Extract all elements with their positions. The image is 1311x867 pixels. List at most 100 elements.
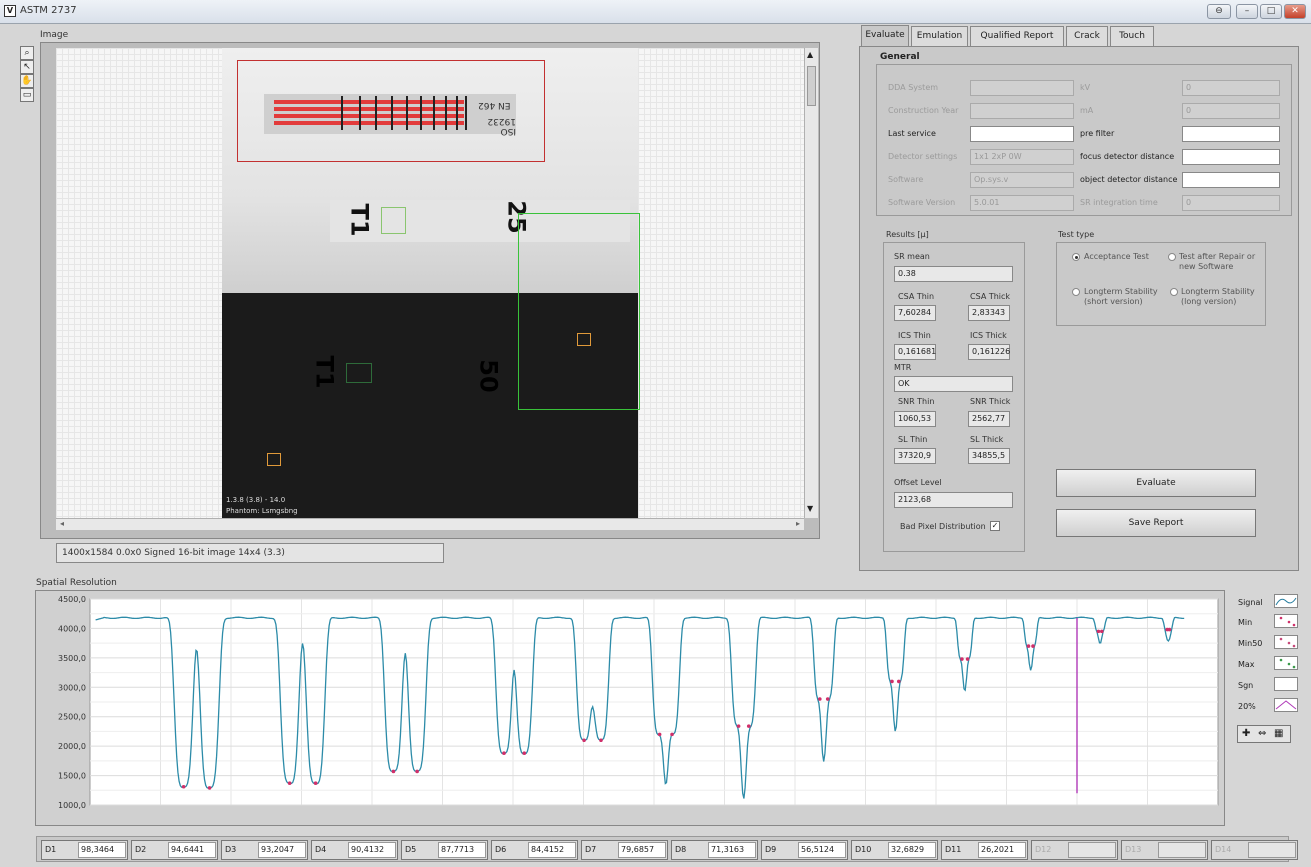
general-left-label-1: Construction Year <box>888 106 959 115</box>
dip-value: 93,2047 <box>258 842 306 858</box>
dip-cell-d13: D13 <box>1121 840 1208 860</box>
roi-orange-2[interactable] <box>267 453 281 466</box>
min-marker[interactable] <box>1100 629 1104 634</box>
min-marker[interactable] <box>1026 644 1031 648</box>
sr-label: SR mean <box>894 252 930 261</box>
radio-acceptance-test[interactable] <box>1072 253 1080 261</box>
pointer-tool-icon[interactable]: ↖ <box>20 60 34 74</box>
dip-value: 26,2021 <box>978 842 1026 858</box>
scroll-thumb[interactable] <box>807 66 816 106</box>
general-right-field-4[interactable] <box>1182 172 1280 188</box>
min-marker[interactable] <box>502 751 506 756</box>
general-right-field-1[interactable]: 0 <box>1182 103 1280 119</box>
min-marker[interactable] <box>965 657 970 661</box>
y-tick-label: 4500,0 <box>58 595 86 604</box>
min-marker[interactable] <box>1167 627 1172 632</box>
bad-pixel-checkbox[interactable]: ✓ <box>990 521 1000 531</box>
help-button[interactable]: ⊖ <box>1207 4 1231 19</box>
dip-cell-d9: D9 56,5124 <box>761 840 848 860</box>
min-marker[interactable] <box>313 781 318 786</box>
general-right-field-3[interactable] <box>1182 149 1280 165</box>
legend-max-icon[interactable] <box>1274 656 1298 670</box>
radio-longterm-short[interactable] <box>1072 288 1080 296</box>
dip-cell-d5: D5 87,7713 <box>401 840 488 860</box>
save-report-button[interactable]: Save Report <box>1056 509 1256 537</box>
roi-small-green-bottom[interactable] <box>346 363 372 383</box>
tab-evaluate[interactable]: Evaluate <box>861 25 909 47</box>
min-marker[interactable] <box>746 724 751 728</box>
general-right-field-5[interactable]: 0 <box>1182 195 1280 211</box>
radio-longterm-long[interactable] <box>1170 288 1178 296</box>
dip-cell-d6: D6 84,4152 <box>491 840 578 860</box>
general-left-field-2[interactable] <box>970 126 1074 142</box>
min-marker[interactable] <box>599 738 603 743</box>
scroll-right-icon[interactable]: ▸ <box>796 519 800 528</box>
min-marker[interactable] <box>582 738 586 743</box>
sl-thin-value: 37320,9 <box>894 448 936 464</box>
legend-20pct-icon[interactable] <box>1274 698 1298 712</box>
general-left-field-4[interactable]: Op.sys.v <box>970 172 1074 188</box>
min-marker[interactable] <box>207 786 212 790</box>
zoom-tool-icon[interactable]: ⌕ <box>20 46 34 60</box>
min-marker[interactable] <box>960 657 964 661</box>
tab-qualified-report[interactable]: Qualified Report <box>970 26 1064 46</box>
general-left-field-5[interactable]: 5.0.01 <box>970 195 1074 211</box>
tab-crack[interactable]: Crack <box>1066 26 1108 46</box>
general-left-field-3[interactable]: 1x1 2xP 0W <box>970 149 1074 165</box>
min-marker[interactable] <box>825 697 830 701</box>
min-marker[interactable] <box>657 732 662 737</box>
legend-signal-icon[interactable] <box>1274 594 1298 608</box>
min-marker[interactable] <box>1096 629 1101 634</box>
min-marker[interactable] <box>181 784 186 789</box>
legend-min-icon[interactable] <box>1274 614 1298 628</box>
min-marker[interactable] <box>1031 644 1035 648</box>
scroll-down-icon[interactable]: ▼ <box>807 504 813 513</box>
dip-value: 71,3163 <box>708 842 756 858</box>
close-button[interactable]: ✕ <box>1284 4 1306 19</box>
min-marker[interactable] <box>287 781 292 786</box>
maximize-button[interactable]: □ <box>1260 4 1282 19</box>
general-right-field-2[interactable] <box>1182 126 1280 142</box>
phantom-bottom-label-50: 50 <box>474 359 503 393</box>
tab-touch[interactable]: Touch <box>1110 26 1154 46</box>
radio-after-repair[interactable] <box>1168 253 1176 261</box>
evaluate-button[interactable]: Evaluate <box>1056 469 1256 497</box>
scroll-up-icon[interactable]: ▲ <box>807 50 813 59</box>
graph-pan-icon[interactable]: ▦ <box>1274 728 1283 739</box>
pan-tool-icon[interactable]: ✋ <box>20 74 34 88</box>
general-left-label-3: Detector settings <box>888 152 958 161</box>
roi-large-green[interactable] <box>518 213 640 410</box>
sr-value: 0.38 <box>894 266 1013 282</box>
graph-zoom-icon[interactable]: ⇔ <box>1258 728 1266 739</box>
min-marker[interactable] <box>522 751 527 756</box>
general-right-label-5: SR integration time <box>1080 198 1158 207</box>
legend-sgn-icon[interactable] <box>1274 677 1298 691</box>
csa-thick-value: 2,83343 <box>968 305 1010 321</box>
scroll-left-icon[interactable]: ◂ <box>60 519 64 528</box>
offset-label: Offset Level <box>894 478 942 487</box>
roi-small-green-top[interactable] <box>381 207 406 234</box>
min-marker[interactable] <box>391 769 396 774</box>
dip-name: D11 <box>945 845 962 854</box>
minimize-button[interactable]: – <box>1236 4 1258 19</box>
min-marker[interactable] <box>415 769 419 774</box>
min-marker[interactable] <box>896 679 901 684</box>
rect-tool-icon[interactable]: ▭ <box>20 88 34 102</box>
tab-emulation[interactable]: Emulation <box>911 26 968 46</box>
min-marker[interactable] <box>670 732 674 737</box>
dip-value: 56,5124 <box>798 842 846 858</box>
min-marker[interactable] <box>736 724 741 728</box>
dip-value: 94,6441 <box>168 842 216 858</box>
general-right-field-0[interactable]: 0 <box>1182 80 1280 96</box>
min-marker[interactable] <box>890 679 894 684</box>
general-left-field-1[interactable] <box>970 103 1074 119</box>
general-left-field-0[interactable] <box>970 80 1074 96</box>
general-right-label-0: kV <box>1080 83 1091 92</box>
image-vertical-scrollbar[interactable]: ▲ ▼ <box>804 48 818 518</box>
spatial-resolution-chart[interactable]: 4500,0 4000,0 3500,0 3000,0 2500,0 2000,0 1500… <box>36 591 1224 825</box>
min-marker[interactable] <box>818 697 822 701</box>
roi-orange-1[interactable] <box>577 333 591 346</box>
legend-min50-icon[interactable] <box>1274 635 1298 649</box>
image-horizontal-scrollbar[interactable]: ◂ ▸ <box>56 518 804 530</box>
graph-cursor-icon[interactable]: ✚ <box>1242 728 1250 739</box>
